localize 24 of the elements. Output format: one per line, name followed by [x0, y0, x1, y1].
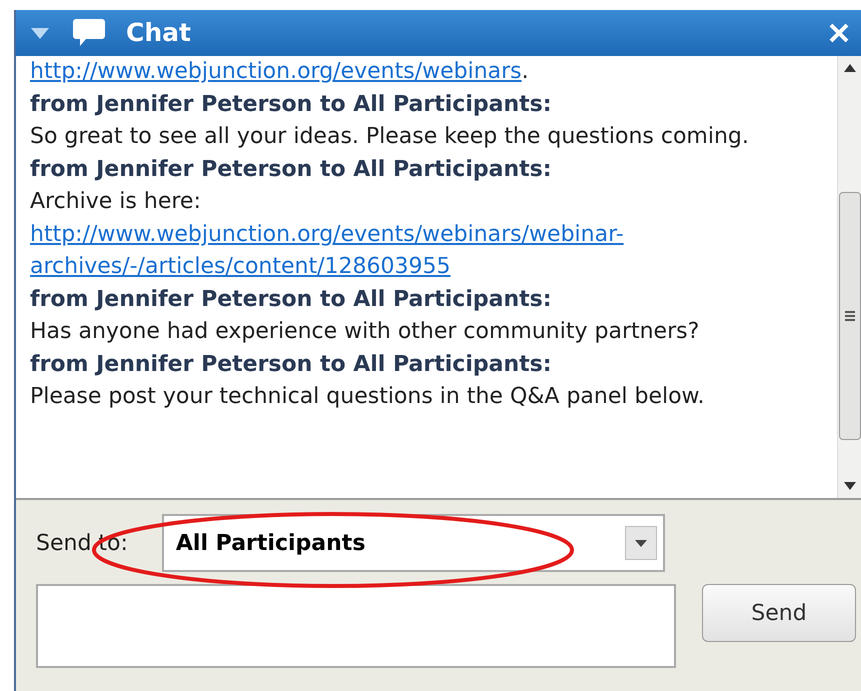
grip-icon — [844, 310, 856, 322]
collapse-toggle[interactable] — [28, 26, 52, 40]
sender-line: from Jennifer Peterson to All Participants: — [30, 350, 553, 378]
message-text: So great to see all your ideas. Please keep the questions coming. — [30, 123, 750, 151]
send-button[interactable]: Send — [702, 584, 856, 642]
message-text: Archive is here: — [30, 188, 202, 216]
scrollbar[interactable] — [837, 56, 861, 498]
recipient-dropdown[interactable]: All Participants — [162, 514, 665, 572]
sender-line: from Jennifer Peterson to All Participants: — [30, 286, 553, 314]
sender-line: from Jennifer Peterson to All Participants: — [30, 90, 553, 118]
message-text: Please post your technical questions in the Q&A panel below. — [30, 383, 706, 411]
message-input[interactable] — [36, 584, 676, 668]
speech-bubble-icon — [72, 18, 106, 48]
punctuation: . — [522, 59, 529, 84]
close-icon[interactable] — [829, 23, 849, 43]
message-text: Has anyone had experience with other community partners? — [30, 318, 700, 346]
link[interactable]: http://www.webjunction.org/events/webinars/webinar-archives/-/articles/content/128603955 — [30, 218, 730, 284]
scroll-up-icon[interactable] — [844, 64, 856, 72]
scroll-down-icon[interactable] — [844, 482, 856, 490]
caret-icon — [30, 26, 50, 40]
window-title: Chat — [126, 17, 191, 50]
sender-line: from Jennifer Peterson to All Participants: — [30, 156, 553, 184]
scroll-thumb[interactable] — [838, 192, 860, 440]
link[interactable]: http://www.webjunction.org/events/webinars — [30, 59, 522, 84]
